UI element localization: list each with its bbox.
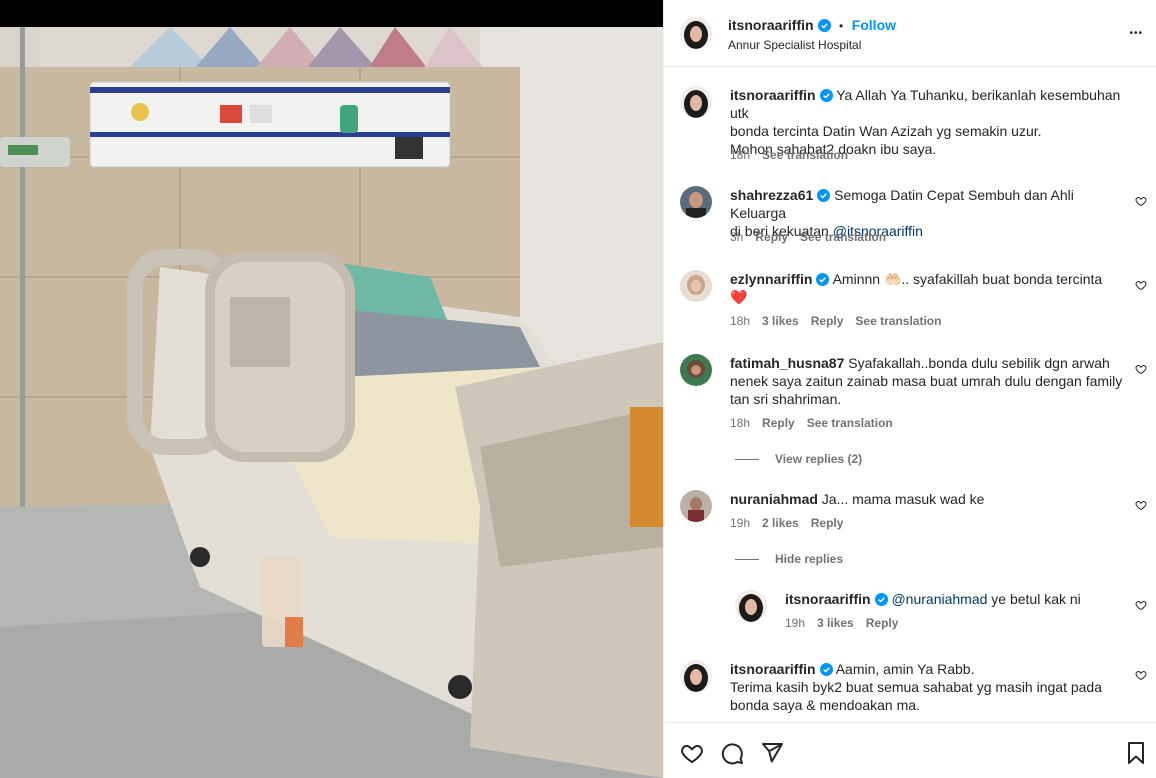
see-translation-button[interactable]: See translation [762,148,848,162]
avatar[interactable] [680,270,712,302]
mention-link[interactable]: @nuraniahmad [891,591,987,607]
comment-username[interactable]: itsnoraariffin [730,87,816,103]
bookmark-icon[interactable] [1124,741,1148,765]
comment-text-line: Aminnn 🤲🏻.. syafakillah buat bonda terci… [832,271,1103,287]
heart-icon[interactable] [1135,669,1147,681]
reply-button[interactable]: Reply [866,616,899,630]
comment-text-line: nenek saya zaitun zainab masa buat umrah… [730,373,1123,389]
comment-text-line: ye betul kak ni [991,591,1081,607]
comment-time[interactable]: 3h [730,230,743,244]
comment-time[interactable]: 19h [730,516,750,530]
likes-count[interactable]: 3 likes [762,314,799,328]
avatar[interactable] [680,660,712,692]
media-top-bar [0,0,663,27]
see-translation-button[interactable]: See translation [807,416,893,430]
comment-text-line: tan sri shahriman. [730,391,842,407]
hide-replies-label: Hide replies [775,552,844,566]
comment-time[interactable]: 19h [785,616,805,630]
heart-icon[interactable] [1135,279,1147,291]
reply-button[interactable]: Reply [811,314,844,328]
avatar[interactable] [680,490,712,522]
avatar[interactable] [735,590,767,622]
comment-time[interactable]: 18h [730,314,750,328]
heart-icon[interactable] [1135,195,1147,207]
verified-icon [874,592,888,606]
comment-username[interactable]: ezlynnariffin [730,271,812,287]
comments-list: itsnoraariffin Ya Allah Ya Tuhanku, beri… [664,68,1156,722]
heart-icon[interactable] [1135,499,1147,511]
hide-replies-button[interactable]: Hide replies [735,552,843,566]
likes-count[interactable]: 3 likes [817,616,854,630]
comment-text-line: Syafakallah..bonda dulu sebilik dgn arwa… [848,355,1110,371]
avatar[interactable] [680,354,712,386]
comment-text-line: bonda tercinta Datin Wan Azizah yg semak… [730,123,1042,139]
comment-icon[interactable] [720,741,744,765]
post-header: itsnoraariffin • Follow Annur Specialist… [664,0,1156,67]
post-location[interactable]: Annur Specialist Hospital [728,38,861,52]
share-icon[interactable] [760,741,784,765]
see-translation-button[interactable]: See translation [800,230,886,244]
view-replies-label: View replies (2) [775,452,863,466]
comment-text-line: Terima kasih byk2 buat semua sahabat yg … [730,679,1102,695]
reply-button[interactable]: Reply [755,230,788,244]
post-panel: itsnoraariffin • Follow Annur Specialist… [663,0,1156,778]
comment-username[interactable]: shahrezza61 [730,187,813,203]
likes-count[interactable]: 2 likes [762,516,799,530]
more-options-button[interactable]: ••• [1129,26,1143,42]
avatar[interactable] [680,186,712,218]
separator-dot: • [839,19,844,33]
heart-emoji: ❤️ [730,289,748,305]
verified-icon [817,19,831,32]
reply-button[interactable]: Reply [811,516,844,530]
comment-username[interactable]: itsnoraariffin [730,661,816,677]
see-translation-button[interactable]: See translation [855,314,941,328]
post-media [0,0,663,778]
comment-username[interactable]: nuraniahmad [730,491,818,507]
verified-icon [819,88,833,102]
divider-line [735,459,759,461]
follow-button[interactable]: Follow [852,17,896,33]
avatar[interactable] [680,86,712,118]
reply-button[interactable]: Reply [762,416,795,430]
author-avatar[interactable] [680,17,712,49]
divider-line [735,559,759,561]
action-bar [664,722,1156,778]
view-replies-button[interactable]: View replies (2) [735,452,862,466]
comment-text-line: bonda saya & mendoakan ma. [730,697,920,713]
comment-text-line: Aamin, amin Ya Rabb. [835,661,975,677]
verified-icon [816,272,830,286]
verified-icon [819,662,833,676]
verified-icon [817,188,831,202]
hospital-bed-photo[interactable] [0,27,663,778]
heart-icon[interactable] [1135,363,1147,375]
comment-username[interactable]: itsnoraariffin [785,591,871,607]
heart-icon[interactable] [1135,599,1147,611]
author-username[interactable]: itsnoraariffin [728,17,814,33]
comment-time[interactable]: 18h [730,148,750,162]
comment-username[interactable]: fatimah_husna87 [730,355,844,371]
comment-time[interactable]: 18h [730,416,750,430]
heart-icon[interactable] [680,741,704,765]
comment-text-line: Ja... mama masuk wad ke [821,491,985,507]
